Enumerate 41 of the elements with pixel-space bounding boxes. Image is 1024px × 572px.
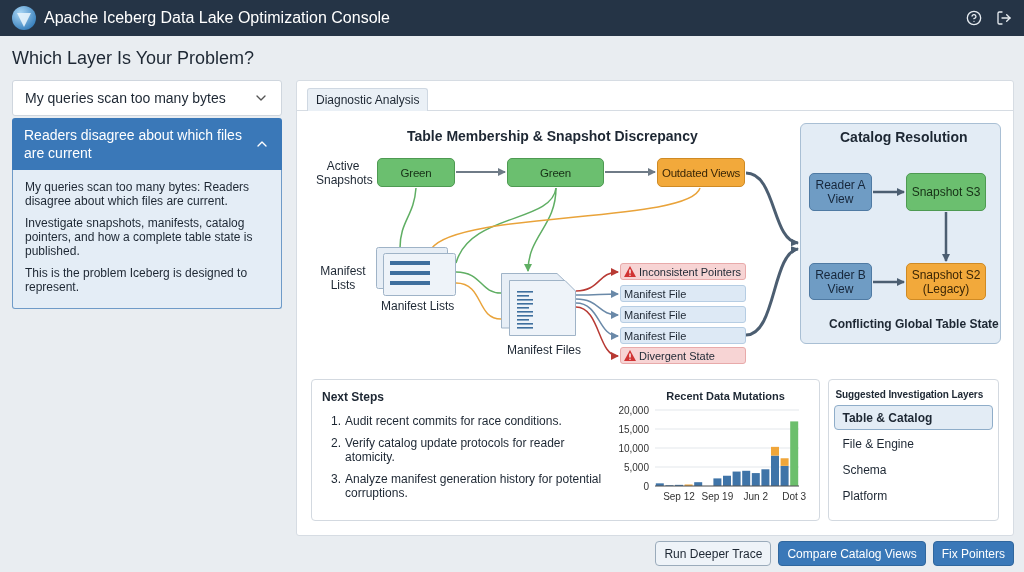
diagram-caption: Manifest Files — [507, 343, 582, 357]
step-text: Analyze manifest generation history for potential corruptions. — [345, 472, 603, 500]
axis-label: 0 — [642, 480, 649, 492]
panel-text: Investigate snapshots, manifests, catalog pointers, and how a complete table state is published. — [25, 216, 254, 258]
axis-label: Dot 3 — [781, 491, 806, 502]
chart-title: Recent Data Mutations — [666, 390, 785, 402]
step-number: 1. — [331, 414, 341, 428]
axis-label: Sep 19 — [701, 491, 733, 502]
axis-label: Sep 12 — [662, 491, 695, 502]
axis-label: Jun 2 — [743, 491, 768, 502]
step-text: Verify catalog update protocols for reader atomicity. — [345, 436, 566, 464]
panel-title: Catalog Resolution — [840, 129, 968, 145]
node-label: Manifest File — [624, 308, 687, 321]
node-label: Divergent State — [639, 349, 715, 362]
snapshot-node: Green — [377, 158, 455, 187]
card-title: Suggested Investigation Layers — [835, 389, 985, 400]
snapshot-node: Green — [507, 158, 604, 187]
step-number: 3. — [331, 472, 341, 488]
step-text: Audit recent commits for race conditions. — [345, 414, 562, 428]
axis-label: 15,000 — [617, 423, 649, 435]
axis-label: 10,000 — [617, 442, 649, 454]
axis-label: 5,000 — [623, 461, 649, 473]
app-title: Apache Iceberg Data Lake Optimization Console — [44, 9, 390, 27]
card-title: Next Steps — [322, 390, 386, 404]
step-number: 2. — [331, 436, 341, 452]
snapshot-node: Outdated Views — [657, 158, 745, 187]
panel-text: This is the problem Iceberg is designed to represent. — [25, 266, 249, 294]
axis-label: 20,000 — [617, 404, 649, 416]
reader-node: Reader B View — [809, 263, 872, 300]
snapshot-node: Snapshot S3 — [906, 173, 986, 211]
page-heading: Which Layer Is Your Problem? — [12, 47, 256, 69]
diagram-title: Table Membership & Snapshot Discrepancy — [407, 128, 698, 144]
panel-caption: Conflicting Global Table State — [829, 317, 999, 331]
row-label: Manifest Lists — [319, 264, 367, 292]
node-label: Manifest File — [624, 329, 687, 342]
diagram-caption: Manifest Lists — [381, 299, 455, 313]
node-label: Manifest File — [624, 287, 687, 300]
reader-node: Reader A View — [809, 173, 872, 211]
panel-text: My queries scan too many bytes: Readers disagree about which files are current. — [25, 180, 251, 208]
snapshot-node: Snapshot S2 (Legacy) — [906, 263, 986, 300]
node-label: Inconsistent Pointers — [639, 265, 742, 278]
